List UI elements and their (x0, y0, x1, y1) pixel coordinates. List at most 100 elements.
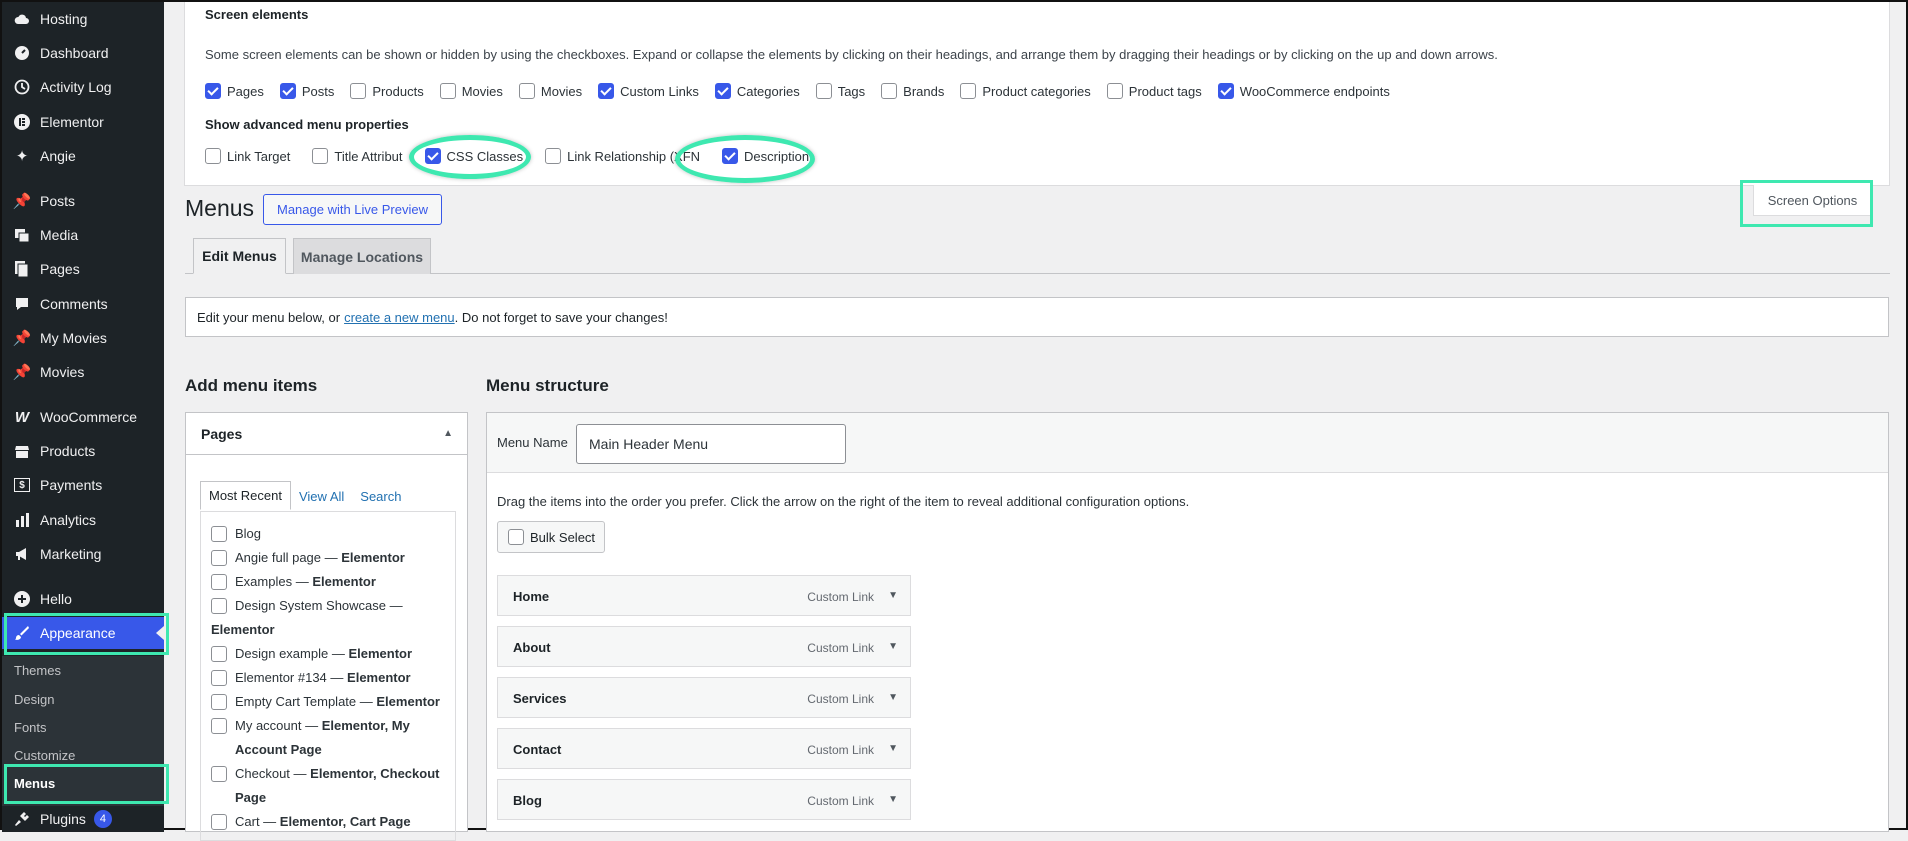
sidebar-item-appearance[interactable]: Appearance (2, 617, 164, 649)
sidebar-item-angie[interactable]: ✦ Angie (2, 140, 164, 172)
create-new-menu-link[interactable]: create a new menu (344, 310, 455, 325)
checkbox[interactable] (1106, 83, 1123, 99)
toggle-movies[interactable]: Movies (439, 83, 503, 99)
toggle-tags[interactable]: Tags (815, 83, 865, 99)
bulk-select-button[interactable]: Bulk Select (497, 521, 605, 553)
toggle-pages[interactable]: Pages (205, 83, 264, 99)
checkbox[interactable] (211, 766, 227, 782)
toggle-categories[interactable]: Categories (714, 83, 800, 99)
list-item[interactable]: Cart — Elementor, Cart Page (211, 810, 455, 834)
list-item[interactable]: Blog (211, 522, 455, 546)
sidebar-item-movies[interactable]: 📌 Movies (2, 356, 164, 388)
submenu-item-design[interactable]: Design (2, 686, 164, 712)
menu-item-services[interactable]: Services Custom Link ▼ (497, 677, 911, 718)
toggle-products[interactable]: Products (350, 83, 424, 99)
checkbox[interactable] (205, 148, 221, 164)
sidebar-item-comments[interactable]: Comments (2, 288, 164, 320)
checkbox[interactable] (211, 694, 227, 710)
sidebar-item-hosting[interactable]: Hosting (2, 3, 164, 35)
checkbox[interactable] (508, 529, 524, 545)
screen-options-button[interactable]: Screen Options (1753, 185, 1872, 216)
sidebar-item-posts[interactable]: 📌 Posts (2, 185, 164, 217)
tab-most-recent[interactable]: Most Recent (200, 481, 291, 510)
menu-name-input[interactable]: Main Header Menu (576, 424, 846, 464)
checkbox[interactable] (815, 83, 832, 99)
tab-view-all[interactable]: View All (291, 483, 352, 510)
manage-live-preview-button[interactable]: Manage with Live Preview (263, 194, 442, 225)
toggle-description[interactable]: Description (722, 148, 809, 164)
sidebar-item-hello[interactable]: Hello (2, 583, 164, 615)
sidebar-item-products[interactable]: Products (2, 435, 164, 467)
submenu-item-fonts[interactable]: Fonts (2, 714, 164, 740)
toggle-product-categories[interactable]: Product categories (960, 83, 1091, 99)
sidebar-item-elementor[interactable]: Elementor (2, 106, 164, 138)
sidebar-item-woocommerce[interactable]: W WooCommerce (2, 401, 164, 433)
checkbox[interactable] (211, 718, 227, 734)
checkbox[interactable] (424, 148, 441, 164)
checkbox[interactable] (211, 670, 227, 686)
sidebar-item-activity-log[interactable]: Activity Log (2, 71, 164, 103)
checkbox[interactable] (439, 83, 456, 99)
checkbox[interactable] (350, 83, 367, 99)
expand-arrow-icon[interactable]: ▼ (888, 794, 898, 805)
toggle-css-classes[interactable]: CSS Classes (424, 148, 523, 164)
list-item[interactable]: Design System Showcase — (211, 594, 431, 618)
toggle-product-tags[interactable]: Product tags (1106, 83, 1202, 99)
toggle-title-attribute[interactable]: Title Attribut (312, 148, 403, 164)
expand-arrow-icon[interactable]: ▼ (888, 692, 898, 703)
toggle-woocommerce-endpoints[interactable]: WooCommerce endpoints (1217, 83, 1390, 99)
submenu-item-menus[interactable]: Menus (2, 770, 164, 796)
checkbox[interactable] (211, 526, 227, 542)
checkbox[interactable] (211, 814, 227, 830)
submenu-item-customize[interactable]: Customize (2, 742, 164, 768)
checkbox[interactable] (545, 148, 562, 164)
toggle-link-relationship[interactable]: Link Relationship (XFN (545, 148, 700, 164)
toggle-posts[interactable]: Posts (279, 83, 334, 99)
toggle-link-target[interactable]: Link Target (205, 148, 290, 164)
checkbox[interactable] (211, 646, 227, 662)
toggle-custom-links[interactable]: Custom Links (598, 83, 699, 99)
collapse-arrow-icon[interactable]: ▲ (443, 428, 453, 439)
sidebar-item-dashboard[interactable]: Dashboard (2, 37, 164, 69)
list-item[interactable]: Empty Cart Template — Elementor (211, 690, 455, 714)
tab-manage-locations[interactable]: Manage Locations (293, 238, 431, 274)
checkbox[interactable] (211, 550, 227, 566)
list-item[interactable]: My account — Elementor, My Account Page (211, 714, 455, 762)
sidebar-item-my-movies[interactable]: 📌 My Movies (2, 322, 164, 354)
list-item[interactable]: Design example — Elementor (211, 642, 455, 666)
toggle-brands[interactable]: Brands (881, 83, 944, 99)
tab-edit-menus[interactable]: Edit Menus (193, 238, 286, 274)
sidebar-item-pages[interactable]: Pages (2, 253, 164, 285)
checkbox[interactable] (211, 598, 227, 614)
sidebar-item-payments[interactable]: $ Payments (2, 469, 164, 501)
pages-accordion-header[interactable]: Pages ▲ (186, 413, 467, 455)
checkbox[interactable] (722, 148, 739, 164)
list-item[interactable]: Elementor #134 — Elementor (211, 666, 455, 690)
toggle-movies-2[interactable]: Movies (518, 83, 582, 99)
checkbox[interactable] (960, 83, 977, 99)
list-item[interactable]: Examples — Elementor (211, 570, 455, 594)
checkbox[interactable] (205, 83, 221, 99)
checkbox[interactable] (279, 83, 296, 99)
sidebar-item-analytics[interactable]: Analytics (2, 504, 164, 536)
checkbox[interactable] (211, 574, 227, 590)
expand-arrow-icon[interactable]: ▼ (888, 743, 898, 754)
list-item[interactable]: Checkout — Elementor, Checkout Page (211, 762, 455, 810)
checkbox[interactable] (312, 148, 329, 164)
menu-item-contact[interactable]: Contact Custom Link ▼ (497, 728, 911, 769)
sidebar-item-marketing[interactable]: Marketing (2, 538, 164, 570)
checkbox[interactable] (598, 83, 615, 99)
submenu-item-themes[interactable]: Themes (2, 657, 164, 683)
checkbox[interactable] (714, 83, 731, 99)
menu-item-home[interactable]: Home Custom Link ▼ (497, 575, 911, 616)
menu-item-blog[interactable]: Blog Custom Link ▼ (497, 779, 911, 820)
checkbox[interactable] (881, 83, 898, 99)
menu-item-about[interactable]: About Custom Link ▼ (497, 626, 911, 667)
list-item[interactable]: Angie full page — Elementor (211, 546, 455, 570)
sidebar-item-media[interactable]: Media (2, 219, 164, 251)
expand-arrow-icon[interactable]: ▼ (888, 641, 898, 652)
expand-arrow-icon[interactable]: ▼ (888, 590, 898, 601)
checkbox[interactable] (1217, 83, 1234, 99)
tab-search[interactable]: Search (352, 483, 409, 510)
checkbox[interactable] (518, 83, 535, 99)
